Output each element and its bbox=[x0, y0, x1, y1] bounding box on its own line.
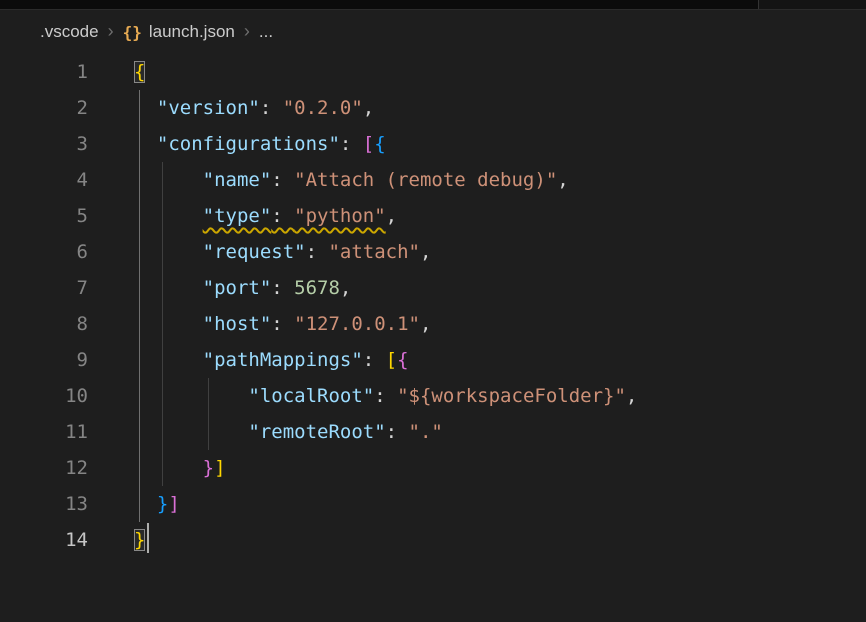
code-token: : bbox=[306, 241, 329, 263]
code-token: "name" bbox=[203, 169, 272, 191]
code-line[interactable]: "type": "python", bbox=[100, 198, 866, 234]
code-token: : bbox=[386, 421, 409, 443]
chevron-right-icon: › bbox=[244, 21, 250, 42]
code-line[interactable]: }] bbox=[100, 450, 866, 486]
code-token: ] bbox=[214, 457, 225, 479]
code-token: 5678 bbox=[294, 277, 340, 299]
code-token: } bbox=[134, 529, 145, 551]
line-number: 7 bbox=[0, 270, 100, 306]
code-token: "attach" bbox=[328, 241, 420, 263]
breadcrumb-symbol[interactable]: ... bbox=[259, 22, 273, 42]
code-token: : bbox=[271, 313, 294, 335]
code-token: "." bbox=[409, 421, 443, 443]
code-token: "type" bbox=[203, 205, 272, 227]
tab-divider bbox=[758, 0, 866, 9]
code-token: "pathMappings" bbox=[203, 349, 363, 371]
code-token: "configurations" bbox=[157, 133, 340, 155]
code-token: "0.2.0" bbox=[283, 97, 363, 119]
code-token: "Attach (remote debug)" bbox=[294, 169, 557, 191]
code-line[interactable]: "version": "0.2.0", bbox=[100, 90, 866, 126]
code-line[interactable]: "port": 5678, bbox=[100, 270, 866, 306]
code-token: , bbox=[363, 97, 374, 119]
code-token: [ bbox=[386, 349, 397, 371]
breadcrumb-file[interactable]: {} launch.json bbox=[123, 22, 235, 42]
code-line[interactable]: "host": "127.0.0.1", bbox=[100, 306, 866, 342]
code-line[interactable]: "pathMappings": [{ bbox=[100, 342, 866, 378]
line-number: 3 bbox=[0, 126, 100, 162]
code-token: , bbox=[420, 241, 431, 263]
chevron-right-icon: › bbox=[108, 21, 114, 42]
json-braces-icon: {} bbox=[123, 23, 142, 42]
text-cursor bbox=[147, 523, 149, 553]
code-token: : bbox=[363, 349, 386, 371]
code-token: "port" bbox=[203, 277, 272, 299]
code-token: : bbox=[340, 133, 363, 155]
code-token: { bbox=[397, 349, 408, 371]
code-token: , bbox=[557, 169, 568, 191]
code-line[interactable]: "localRoot": "${workspaceFolder}", bbox=[100, 378, 866, 414]
vscode-window: .vscode › {} launch.json › ... 123456789… bbox=[0, 0, 866, 622]
indent-guide bbox=[162, 162, 163, 486]
tab-bar-edge bbox=[0, 0, 866, 10]
line-number: 1 bbox=[0, 54, 100, 90]
code-lines: {"version": "0.2.0","configurations": [{… bbox=[100, 54, 866, 558]
code-line[interactable]: "request": "attach", bbox=[100, 234, 866, 270]
code-token: "remoteRoot" bbox=[248, 421, 385, 443]
code-token: : bbox=[271, 205, 294, 227]
line-number: 5 bbox=[0, 198, 100, 234]
code-line[interactable]: { bbox=[100, 54, 866, 90]
code-line[interactable]: }] bbox=[100, 486, 866, 522]
code-token: "host" bbox=[203, 313, 272, 335]
code-token: { bbox=[134, 61, 145, 83]
breadcrumb: .vscode › {} launch.json › ... bbox=[0, 10, 866, 54]
code-line[interactable]: } bbox=[100, 522, 866, 558]
indent-guide bbox=[208, 378, 209, 450]
code-token: } bbox=[157, 493, 168, 515]
code-token: "version" bbox=[157, 97, 260, 119]
code-area[interactable]: {"version": "0.2.0","configurations": [{… bbox=[100, 54, 866, 558]
code-line[interactable]: "remoteRoot": "." bbox=[100, 414, 866, 450]
editor: 1234567891011121314 {"version": "0.2.0",… bbox=[0, 54, 866, 558]
line-number: 13 bbox=[0, 486, 100, 522]
code-token: , bbox=[420, 313, 431, 335]
line-number: 9 bbox=[0, 342, 100, 378]
code-line[interactable]: "configurations": [{ bbox=[100, 126, 866, 162]
line-number: 4 bbox=[0, 162, 100, 198]
code-token: : bbox=[271, 169, 294, 191]
code-line[interactable]: "name": "Attach (remote debug)", bbox=[100, 162, 866, 198]
code-token: , bbox=[386, 205, 397, 227]
line-number: 14 bbox=[0, 522, 100, 558]
code-token: "${workspaceFolder}" bbox=[397, 385, 626, 407]
indent-guide bbox=[139, 90, 140, 522]
line-number: 2 bbox=[0, 90, 100, 126]
line-number: 12 bbox=[0, 450, 100, 486]
line-number: 8 bbox=[0, 306, 100, 342]
code-token: ] bbox=[168, 493, 179, 515]
breadcrumb-folder[interactable]: .vscode bbox=[40, 22, 99, 42]
breadcrumb-file-label: launch.json bbox=[149, 22, 235, 42]
line-number: 6 bbox=[0, 234, 100, 270]
gutter: 1234567891011121314 bbox=[0, 54, 100, 558]
code-token: : bbox=[374, 385, 397, 407]
line-number: 10 bbox=[0, 378, 100, 414]
code-token: : bbox=[271, 277, 294, 299]
code-token: "localRoot" bbox=[248, 385, 374, 407]
code-token: , bbox=[626, 385, 637, 407]
code-token: "127.0.0.1" bbox=[294, 313, 420, 335]
code-token: } bbox=[203, 457, 214, 479]
line-number: 11 bbox=[0, 414, 100, 450]
code-token: [ bbox=[363, 133, 374, 155]
code-token: "request" bbox=[203, 241, 306, 263]
code-token: , bbox=[340, 277, 351, 299]
code-token: : bbox=[260, 97, 283, 119]
code-token: { bbox=[374, 133, 385, 155]
code-token: "python" bbox=[294, 205, 386, 227]
